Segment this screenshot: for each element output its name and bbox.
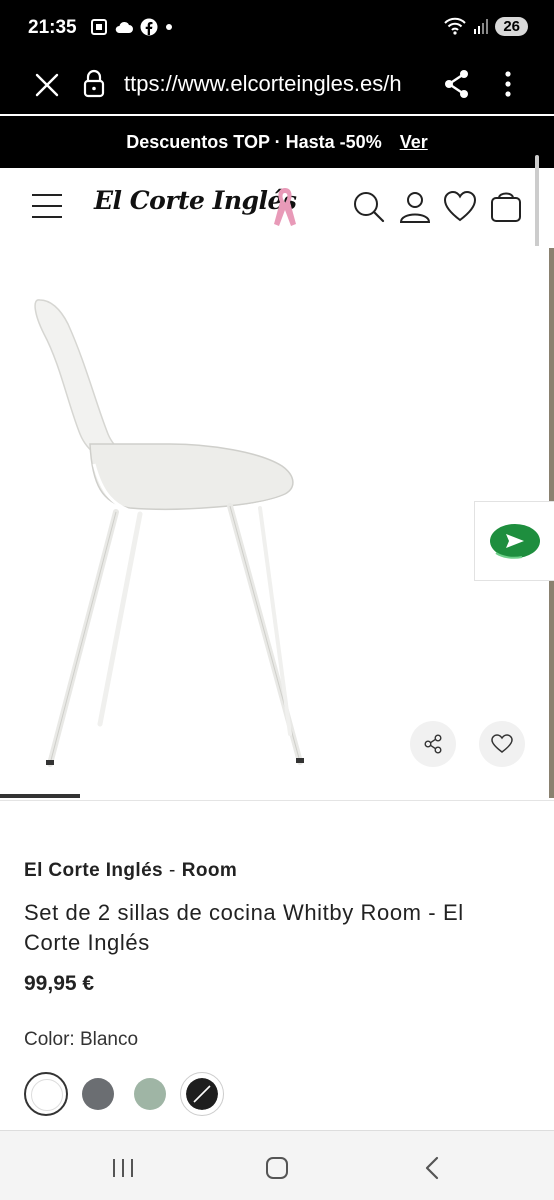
- product-brand[interactable]: El Corte Inglés - Room: [24, 860, 237, 882]
- gallery-favorite-button[interactable]: [479, 721, 525, 767]
- battery-badge: 26: [495, 16, 528, 36]
- brand-primary[interactable]: El Corte Inglés: [24, 860, 163, 881]
- divider: [0, 800, 554, 801]
- dot-icon: [166, 24, 172, 30]
- facebook-icon: [140, 18, 158, 36]
- chat-send-icon: [489, 524, 540, 559]
- signal-icon: [474, 19, 489, 34]
- user-icon[interactable]: [398, 190, 432, 224]
- promo-banner: Descuentos TOP · Hasta -50% Ver: [0, 116, 554, 168]
- site-logo[interactable]: El Corte Inglés: [94, 186, 297, 215]
- swatch-green[interactable]: [128, 1072, 172, 1116]
- swatch-black[interactable]: [180, 1072, 224, 1116]
- cloud-icon: [115, 21, 133, 33]
- swatch-dark-grey[interactable]: [76, 1072, 120, 1116]
- url-text[interactable]: ttps://www.elcorteingles.es/h: [124, 71, 420, 97]
- close-icon[interactable]: [32, 70, 62, 100]
- more-options-icon[interactable]: [498, 68, 518, 100]
- product-price: 99,95 €: [24, 972, 95, 995]
- back-icon[interactable]: [418, 1153, 448, 1183]
- swatch-white[interactable]: [24, 1072, 68, 1116]
- product-image-chair[interactable]: [30, 294, 320, 774]
- site-header: El Corte Inglés: [0, 168, 554, 246]
- color-label: Color: Blanco: [24, 1029, 139, 1050]
- search-icon[interactable]: [352, 190, 386, 224]
- status-time: 21:35: [28, 17, 77, 38]
- shopping-bag-icon[interactable]: [489, 190, 523, 224]
- system-nav-bar: [0, 1130, 554, 1200]
- swatch-white-fill: [31, 1079, 63, 1111]
- status-system-icons: 26: [443, 16, 528, 36]
- lock-icon[interactable]: [82, 69, 106, 99]
- gallery-share-button[interactable]: [410, 721, 456, 767]
- product-gallery[interactable]: [0, 246, 549, 801]
- promo-link[interactable]: Ver: [400, 132, 428, 153]
- brand-separator: -: [169, 860, 176, 881]
- heart-icon: [491, 734, 513, 753]
- chat-widget-button[interactable]: [474, 501, 554, 581]
- browser-url-bar: ttps://www.elcorteingles.es/h: [0, 58, 554, 114]
- swatch-dark-grey-fill: [82, 1078, 114, 1110]
- product-title: Set de 2 sillas de cocina Whitby Room - …: [24, 900, 464, 955]
- gallery-progress-indicator: [0, 794, 80, 798]
- screenshot-icon: [91, 19, 107, 35]
- status-notification-icons: [90, 18, 174, 36]
- status-bar: 21:35 26: [0, 0, 554, 58]
- home-icon[interactable]: [262, 1153, 292, 1183]
- heart-icon[interactable]: [443, 190, 477, 224]
- swatch-green-fill: [134, 1078, 166, 1110]
- share-icon[interactable]: [442, 68, 472, 100]
- swatch-black-fill: [186, 1078, 218, 1110]
- pink-ribbon-icon: [274, 188, 296, 226]
- brand-secondary[interactable]: Room: [182, 860, 237, 881]
- promo-text: Descuentos TOP · Hasta -50%: [126, 131, 382, 152]
- menu-icon[interactable]: [32, 194, 64, 220]
- wifi-icon: [444, 17, 467, 35]
- recent-apps-icon[interactable]: [108, 1153, 138, 1183]
- share-icon: [424, 734, 442, 754]
